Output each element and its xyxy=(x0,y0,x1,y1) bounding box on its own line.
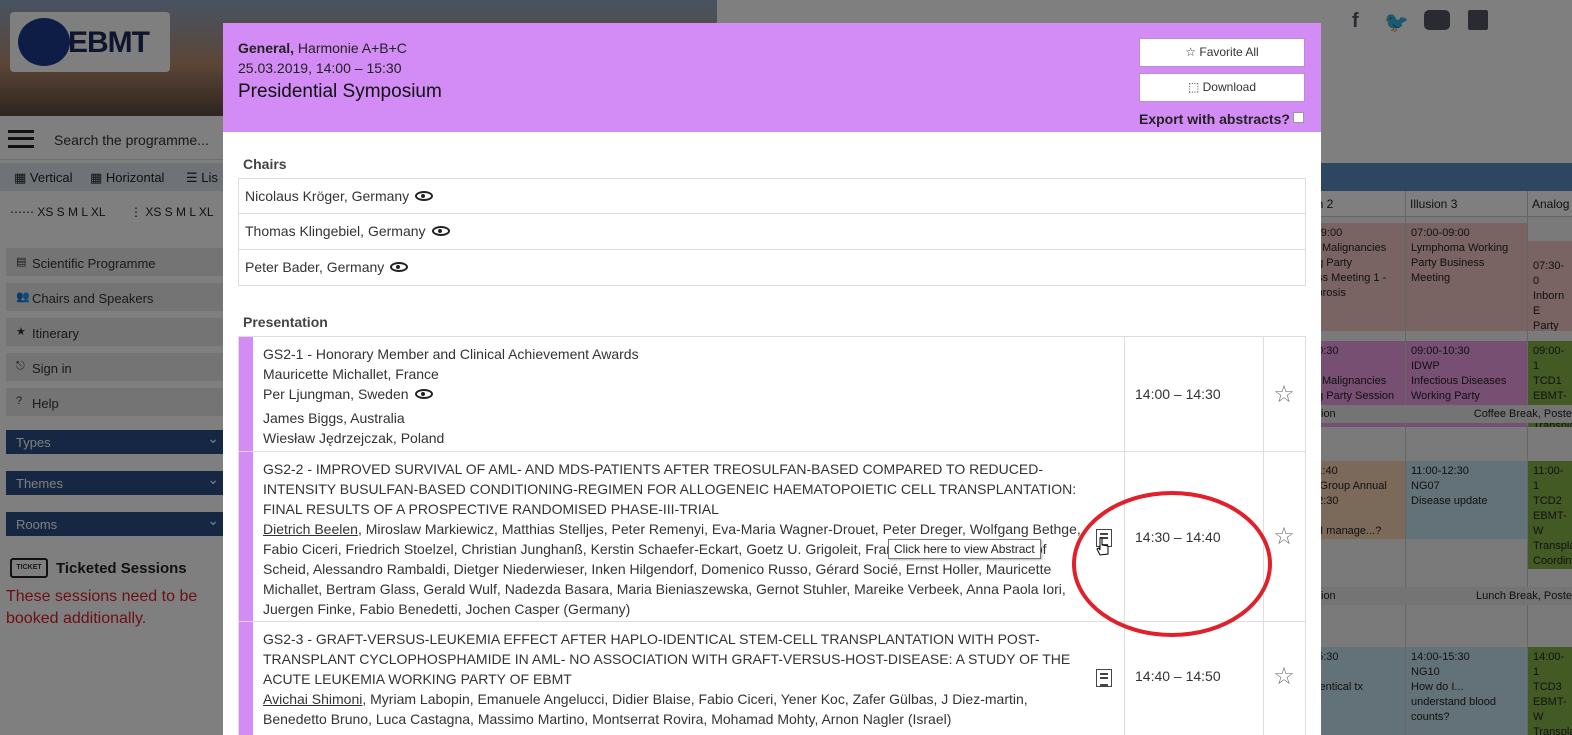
chair-item: Thomas Klingebiel, Germany xyxy=(238,214,1306,250)
presenter-name: Mauricette Michallet, France xyxy=(263,366,439,382)
session-color-bar xyxy=(239,337,253,451)
presenter-name: Per Ljungman, Sweden xyxy=(263,384,1083,404)
favorite-all-button[interactable]: ☆ Favorite All xyxy=(1139,38,1305,67)
presenter-name: James Biggs, Australia xyxy=(263,410,405,426)
abstract-tooltip: Click here to view Abstract xyxy=(888,539,1041,559)
session-datetime: 25.03.2019, 14:00 – 15:30 xyxy=(238,60,402,76)
presentation-title: GS2-2 - IMPROVED SURVIVAL OF AML- AND MD… xyxy=(263,461,1077,517)
chair-item: Nicolaus Kröger, Germany xyxy=(238,178,1306,214)
presenter-name: Wiesław Jędrzejczak, Poland xyxy=(263,430,445,446)
eye-icon[interactable] xyxy=(414,389,433,399)
presentation-row: GS2-3 - GRAFT-VERSUS-LEUKEMIA EFFECT AFT… xyxy=(238,622,1306,735)
eye-icon[interactable] xyxy=(390,262,409,272)
abstract-icon[interactable] xyxy=(1096,669,1112,687)
presentation-authors: Avichai Shimoni, Myriam Labopin, Emanuel… xyxy=(263,691,1028,727)
session-location: General, Harmonie A+B+C xyxy=(238,40,407,56)
favorite-star-icon[interactable]: ☆ xyxy=(1263,337,1305,451)
presentation-title: GS2-3 - GRAFT-VERSUS-LEUKEMIA EFFECT AFT… xyxy=(263,631,1071,687)
presentation-row: GS2-2 - IMPROVED SURVIVAL OF AML- AND MD… xyxy=(238,452,1306,622)
session-title: Presidential Symposium xyxy=(238,81,442,102)
presentation-authors: Dietrich Beelen, Miroslaw Markiewicz, Ma… xyxy=(263,521,1081,617)
chairs-list: Nicolaus Kröger, Germany Thomas Klingebi… xyxy=(238,178,1306,286)
presentation-time: 14:00 – 14:30 xyxy=(1124,337,1264,451)
export-abstracts-option: Export with abstracts? xyxy=(1139,111,1304,127)
download-button[interactable]: ⬚ Download xyxy=(1139,73,1305,102)
eye-icon[interactable] xyxy=(415,191,434,201)
eye-icon[interactable] xyxy=(431,226,450,236)
chair-item: Peter Bader, Germany xyxy=(238,250,1306,286)
session-detail-modal: General, Harmonie A+B+C 25.03.2019, 14:0… xyxy=(223,23,1321,735)
presentation-time: 14:30 – 14:40 xyxy=(1124,452,1264,621)
export-abstracts-checkbox[interactable] xyxy=(1292,112,1304,123)
presenter-link[interactable]: Dietrich Beelen xyxy=(263,521,358,537)
presentation-list: GS2-1 - Honorary Member and Clinical Ach… xyxy=(238,336,1306,735)
session-color-bar xyxy=(239,452,253,621)
presentation-heading: Presentation xyxy=(243,314,328,330)
presentation-row: GS2-1 - Honorary Member and Clinical Ach… xyxy=(238,336,1306,452)
presenter-link[interactable]: Avichai Shimoni xyxy=(263,691,362,707)
chairs-heading: Chairs xyxy=(243,156,287,172)
session-color-bar xyxy=(239,622,253,735)
presentation-time: 14:40 – 14:50 xyxy=(1124,622,1264,735)
favorite-star-icon[interactable]: ☆ xyxy=(1263,452,1305,621)
presentation-title: GS2-1 - Honorary Member and Clinical Ach… xyxy=(263,346,639,362)
favorite-star-icon[interactable]: ☆ xyxy=(1263,622,1305,735)
abstract-icon[interactable] xyxy=(1096,529,1112,547)
presentation-content: GS2-1 - Honorary Member and Clinical Ach… xyxy=(263,337,1083,454)
presentation-content: GS2-3 - GRAFT-VERSUS-LEUKEMIA EFFECT AFT… xyxy=(263,622,1083,735)
session-header: General, Harmonie A+B+C 25.03.2019, 14:0… xyxy=(223,23,1321,132)
